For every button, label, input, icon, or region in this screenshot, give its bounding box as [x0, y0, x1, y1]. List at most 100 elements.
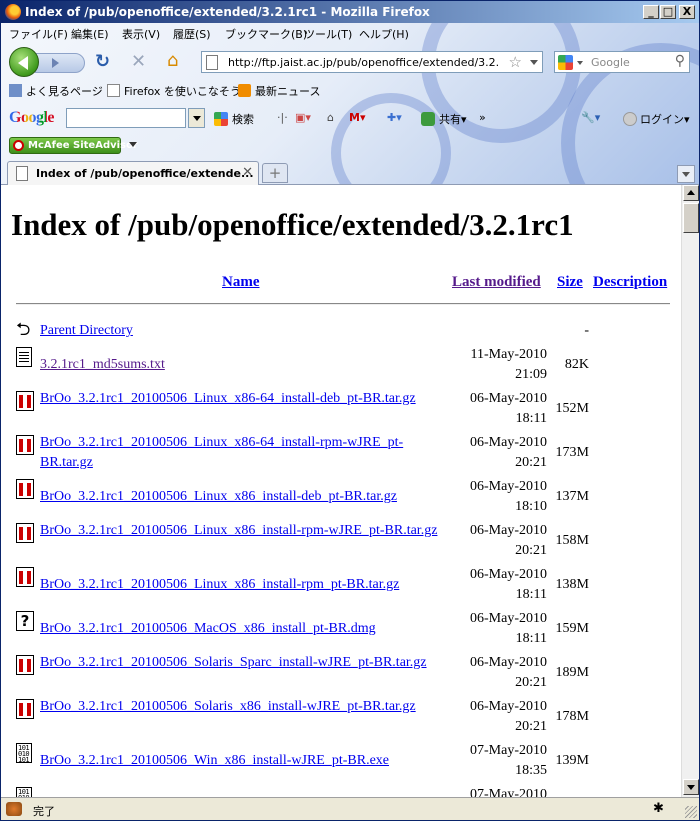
- file-size: 189M: [555, 665, 589, 680]
- file-date: 06-May-2010: [470, 655, 547, 670]
- file-size: 137M: [555, 489, 589, 504]
- engine-dropdown-icon[interactable]: [577, 61, 583, 65]
- file-link[interactable]: BrOo_3.2.1rc1_20100506_Win_x86_install-w…: [40, 751, 450, 771]
- scroll-down-button[interactable]: [683, 779, 699, 795]
- search-icon[interactable]: ⚲: [675, 53, 685, 69]
- column-header-size[interactable]: Size: [557, 274, 583, 291]
- list-all-tabs-button[interactable]: [677, 165, 695, 183]
- menu-view[interactable]: 表示(V): [122, 26, 160, 42]
- wrench-icon[interactable]: 🔧▾: [581, 111, 600, 124]
- addon-bug-icon[interactable]: ✱: [653, 801, 671, 817]
- vertical-scrollbar[interactable]: [681, 185, 699, 797]
- file-link[interactable]: BrOo_3.2.1rc1_20100506_Linux_x86_install…: [40, 521, 450, 541]
- google-logo: Google: [9, 109, 55, 126]
- mcafee-siteadvisor-button[interactable]: McAfee SiteAdvisor: [9, 137, 138, 154]
- page-title: Index of /pub/openoffice/extended/3.2.1r…: [11, 207, 574, 242]
- new-tab-button[interactable]: +: [262, 163, 288, 183]
- file-time: 18:11: [515, 631, 547, 646]
- gmail-icon[interactable]: M▾: [349, 111, 365, 124]
- login-button[interactable]: ログイン▾: [623, 111, 690, 127]
- menu-help[interactable]: ヘルプ(H): [359, 26, 409, 42]
- url-dropdown-icon[interactable]: [530, 60, 538, 65]
- compressed-file-icon: [16, 567, 34, 587]
- file-date: 11-May-2010: [470, 347, 547, 362]
- file-link[interactable]: BrOo_3.2.1rc1_20100506_Solaris_Sparc_ins…: [40, 653, 450, 673]
- file-date: 06-May-2010: [470, 523, 547, 538]
- bookmark-star-icon[interactable]: ☆: [509, 53, 522, 71]
- reload-icon[interactable]: ↻: [95, 53, 110, 71]
- title-bar[interactable]: Index of /pub/openoffice/extended/3.2.1r…: [1, 1, 699, 23]
- compressed-file-icon: [16, 523, 34, 543]
- file-time: 20:21: [515, 455, 547, 470]
- scroll-thumb[interactable]: [683, 203, 699, 233]
- file-time: 18:11: [515, 587, 547, 602]
- minimize-button[interactable]: _: [643, 5, 659, 19]
- column-header-name[interactable]: Name: [222, 274, 260, 291]
- tab-current[interactable]: Index of /pub/openoffice/extende... ✕: [7, 161, 259, 185]
- file-time: 18:10: [515, 499, 547, 514]
- window-title: Index of /pub/openoffice/extended/3.2.1r…: [25, 5, 430, 19]
- home-icon[interactable]: ⌂: [167, 52, 178, 70]
- unknown-file-icon: ?: [16, 611, 34, 631]
- resize-grip[interactable]: [685, 806, 697, 818]
- file-link[interactable]: Parent Directory: [40, 321, 450, 341]
- file-date: 06-May-2010: [470, 391, 547, 406]
- menu-file[interactable]: ファイル(F): [9, 26, 68, 42]
- tab-close-icon[interactable]: ✕: [242, 165, 253, 180]
- bookmark-latest-news[interactable]: 最新ニュース: [238, 83, 320, 99]
- file-time: 20:21: [515, 675, 547, 690]
- forward-button[interactable]: [35, 53, 85, 73]
- file-date: 06-May-2010: [470, 435, 547, 450]
- file-date: 06-May-2010: [470, 699, 547, 714]
- file-time: 18:11: [515, 411, 547, 426]
- search-placeholder[interactable]: Google: [591, 56, 630, 69]
- file-link[interactable]: BrOo_3.2.1rc1_20100506_Linux_x86_install…: [40, 487, 450, 507]
- compressed-file-icon: [16, 699, 34, 719]
- menu-bookmarks[interactable]: ブックマーク(B): [225, 26, 307, 42]
- url-input[interactable]: http://ftp.jaist.ac.jp/pub/openoffice/ex…: [228, 56, 498, 69]
- menu-edit[interactable]: 編集(E): [71, 26, 109, 42]
- back-button[interactable]: [9, 47, 39, 77]
- menu-tools[interactable]: ツール(T): [304, 26, 352, 42]
- file-size: 82K: [564, 357, 589, 372]
- page-icon: [107, 84, 120, 97]
- compressed-file-icon: [16, 655, 34, 675]
- column-header-description[interactable]: Description: [593, 274, 667, 291]
- google-engine-icon[interactable]: [558, 55, 573, 70]
- bookmark-folder-icon: [9, 84, 22, 97]
- search-box[interactable]: Google ⚲: [554, 51, 690, 73]
- menu-history[interactable]: 履歴(S): [173, 26, 211, 42]
- file-time: 21:09: [515, 367, 547, 382]
- page-icon: [16, 166, 28, 181]
- file-link[interactable]: BrOo_3.2.1rc1_20100506_MacOS_x86_install…: [40, 619, 450, 639]
- file-link[interactable]: BrOo_3.2.1rc1_20100506_Solaris_x86_insta…: [40, 697, 450, 717]
- bookmark-most-visited[interactable]: よく見るページ: [9, 83, 103, 99]
- add-button-icon[interactable]: ✚▾: [387, 111, 402, 124]
- scroll-up-button[interactable]: [683, 185, 699, 201]
- file-size: 159M: [555, 621, 589, 636]
- more-chevron[interactable]: »: [479, 111, 486, 124]
- toolbar-home-icon[interactable]: ⌂: [327, 111, 334, 124]
- maximize-button[interactable]: □: [660, 5, 676, 19]
- google-search-button[interactable]: 検索: [214, 111, 254, 127]
- file-link[interactable]: BrOo_3.2.1rc1_20100506_Linux_x86-64_inst…: [40, 389, 450, 409]
- bookmark-toolbar-icon[interactable]: ▣▾: [295, 111, 311, 124]
- url-bar[interactable]: http://ftp.jaist.ac.jp/pub/openoffice/ex…: [201, 51, 543, 73]
- status-bar: 完了 ✱: [1, 797, 699, 820]
- file-link[interactable]: BrOo_3.2.1rc1_20100506_Linux_x86-64_inst…: [40, 433, 450, 473]
- stop-icon[interactable]: ✕: [131, 53, 146, 71]
- tab-strip: Index of /pub/openoffice/extende... ✕ +: [1, 159, 699, 185]
- share-button[interactable]: 共有▾: [421, 111, 467, 127]
- column-header-last-modified[interactable]: Last modified: [452, 274, 541, 291]
- tab-label: Index of /pub/openoffice/extende...: [36, 167, 254, 180]
- file-link[interactable]: 3.2.1rc1_md5sums.txt: [40, 355, 450, 375]
- google-search-dropdown[interactable]: [188, 108, 205, 128]
- google-search-input[interactable]: [66, 108, 186, 128]
- mcafee-dropdown-icon[interactable]: [129, 142, 137, 147]
- file-link[interactable]: BrOo_3.2.1rc1_20100506_Linux_x86_install…: [40, 575, 450, 595]
- file-date: 07-May-2010: [470, 787, 547, 797]
- binary-file-icon: 101010101: [16, 743, 32, 763]
- close-button[interactable]: X: [679, 5, 695, 19]
- back-arrow-icon: ⮌: [16, 319, 31, 340]
- bookmark-getting-started[interactable]: Firefox を使いこなそう: [107, 83, 241, 99]
